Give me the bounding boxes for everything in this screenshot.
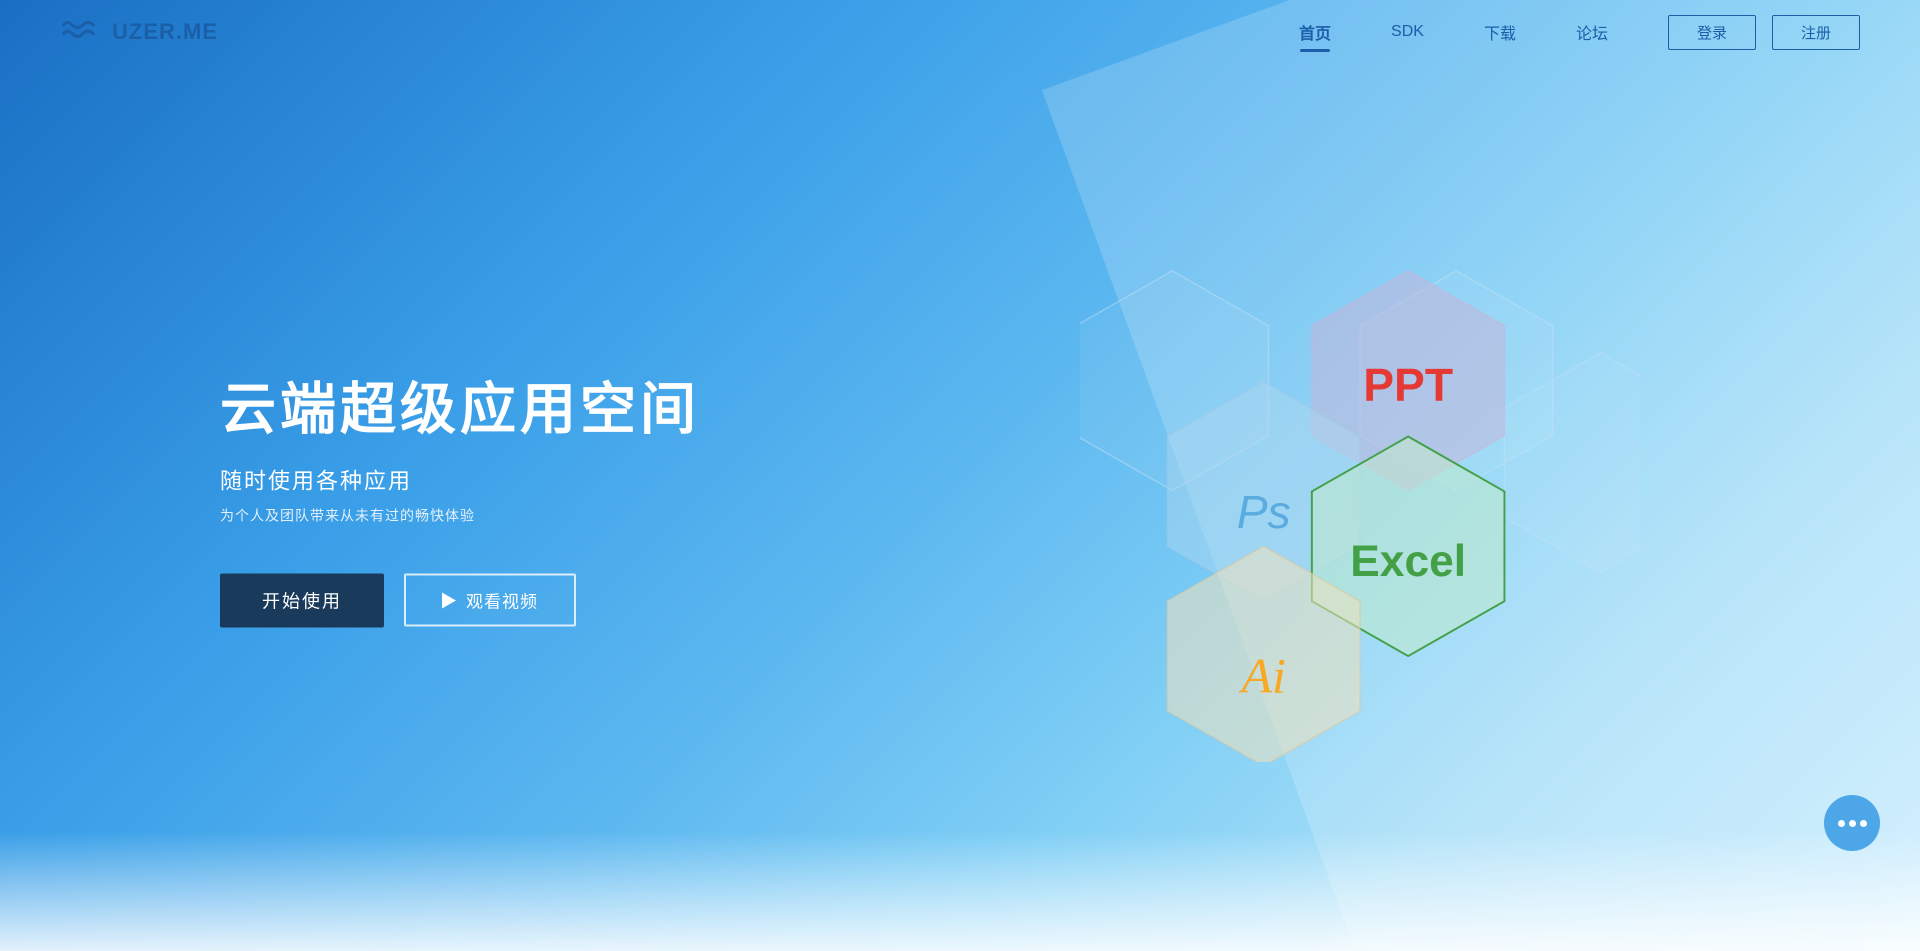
nav-home[interactable]: 首页 [1299,20,1331,44]
hex-svg: PPT Ps Excel Ai [1080,242,1640,762]
start-button[interactable]: 开始使用 [220,573,384,627]
nav-sdk[interactable]: SDK [1391,23,1424,41]
logo-area: UZER.ME [60,18,218,46]
navbar: UZER.ME 首页 SDK 下载 论坛 登录 注册 [0,0,1920,64]
play-icon [442,592,456,608]
hero-actions: 开始使用 观看视频 [220,573,700,627]
hero-content: 云端超级应用空间 随时使用各种应用 为个人及团队带来从未有过的畅快体验 开始使用… [220,364,700,627]
hex-grid: PPT Ps Excel Ai [1080,242,1640,762]
chat-dot-2 [1849,820,1856,827]
nav-links: 首页 SDK 下载 论坛 [1299,20,1608,44]
login-button[interactable]: 登录 [1668,15,1756,50]
chat-button[interactable] [1824,795,1880,851]
nav-download[interactable]: 下载 [1484,20,1516,44]
hero-title: 云端超级应用空间 [220,364,700,445]
hero-section: UZER.ME 首页 SDK 下载 论坛 登录 注册 云端超级应用空间 随时使用… [0,0,1920,951]
nav-buttons: 登录 注册 [1668,15,1860,50]
hex-ai-label: Ai [1238,647,1286,703]
nav-forum[interactable]: 论坛 [1576,20,1608,44]
chat-dot-1 [1838,820,1845,827]
logo-text: UZER.ME [112,19,218,45]
hex-ps-label: Ps [1237,486,1291,538]
hex-ppt-label: PPT [1363,358,1453,410]
chat-dots [1838,820,1867,827]
chat-dot-3 [1860,820,1867,827]
video-button[interactable]: 观看视频 [404,574,576,627]
video-button-label: 观看视频 [466,588,538,613]
hero-subtitle: 随时使用各种应用 [220,463,700,495]
logo-icon [60,18,102,46]
hero-desc: 为个人及团队带来从未有过的畅快体验 [220,505,700,525]
register-button[interactable]: 注册 [1772,15,1860,50]
hex-excel-label: Excel [1350,537,1466,586]
